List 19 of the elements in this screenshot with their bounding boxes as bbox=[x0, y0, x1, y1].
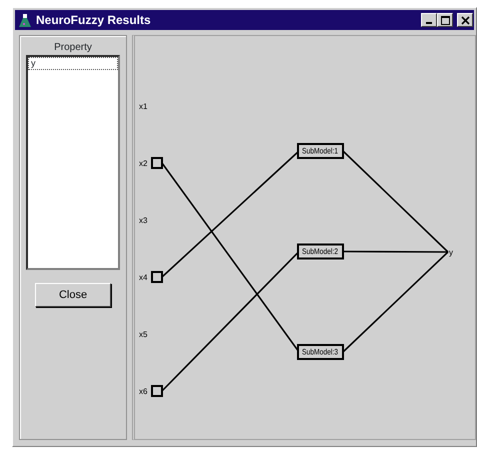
close-button[interactable]: Close bbox=[35, 283, 111, 307]
input-label: x4 bbox=[139, 273, 148, 282]
submodel-node: SubModel:1 bbox=[297, 143, 345, 159]
input-label: x5 bbox=[139, 330, 148, 339]
window-title: NeuroFuzzy Results bbox=[36, 12, 151, 29]
property-label: Property bbox=[54, 41, 92, 55]
close-icon[interactable] bbox=[457, 13, 473, 27]
output-label: y bbox=[449, 248, 453, 257]
maximize-icon bbox=[440, 16, 450, 24]
input-label: x2 bbox=[139, 159, 148, 168]
input-label: x3 bbox=[139, 216, 148, 225]
list-item[interactable]: y bbox=[28, 57, 118, 70]
flask-icon bbox=[18, 12, 32, 28]
minimize-button[interactable] bbox=[421, 13, 437, 27]
submodel-node: SubModel:3 bbox=[297, 344, 345, 360]
maximize-button[interactable] bbox=[437, 13, 453, 27]
submodel-node: SubModel:2 bbox=[297, 244, 345, 260]
input-label: x1 bbox=[139, 102, 148, 111]
input-label: x6 bbox=[139, 387, 148, 396]
